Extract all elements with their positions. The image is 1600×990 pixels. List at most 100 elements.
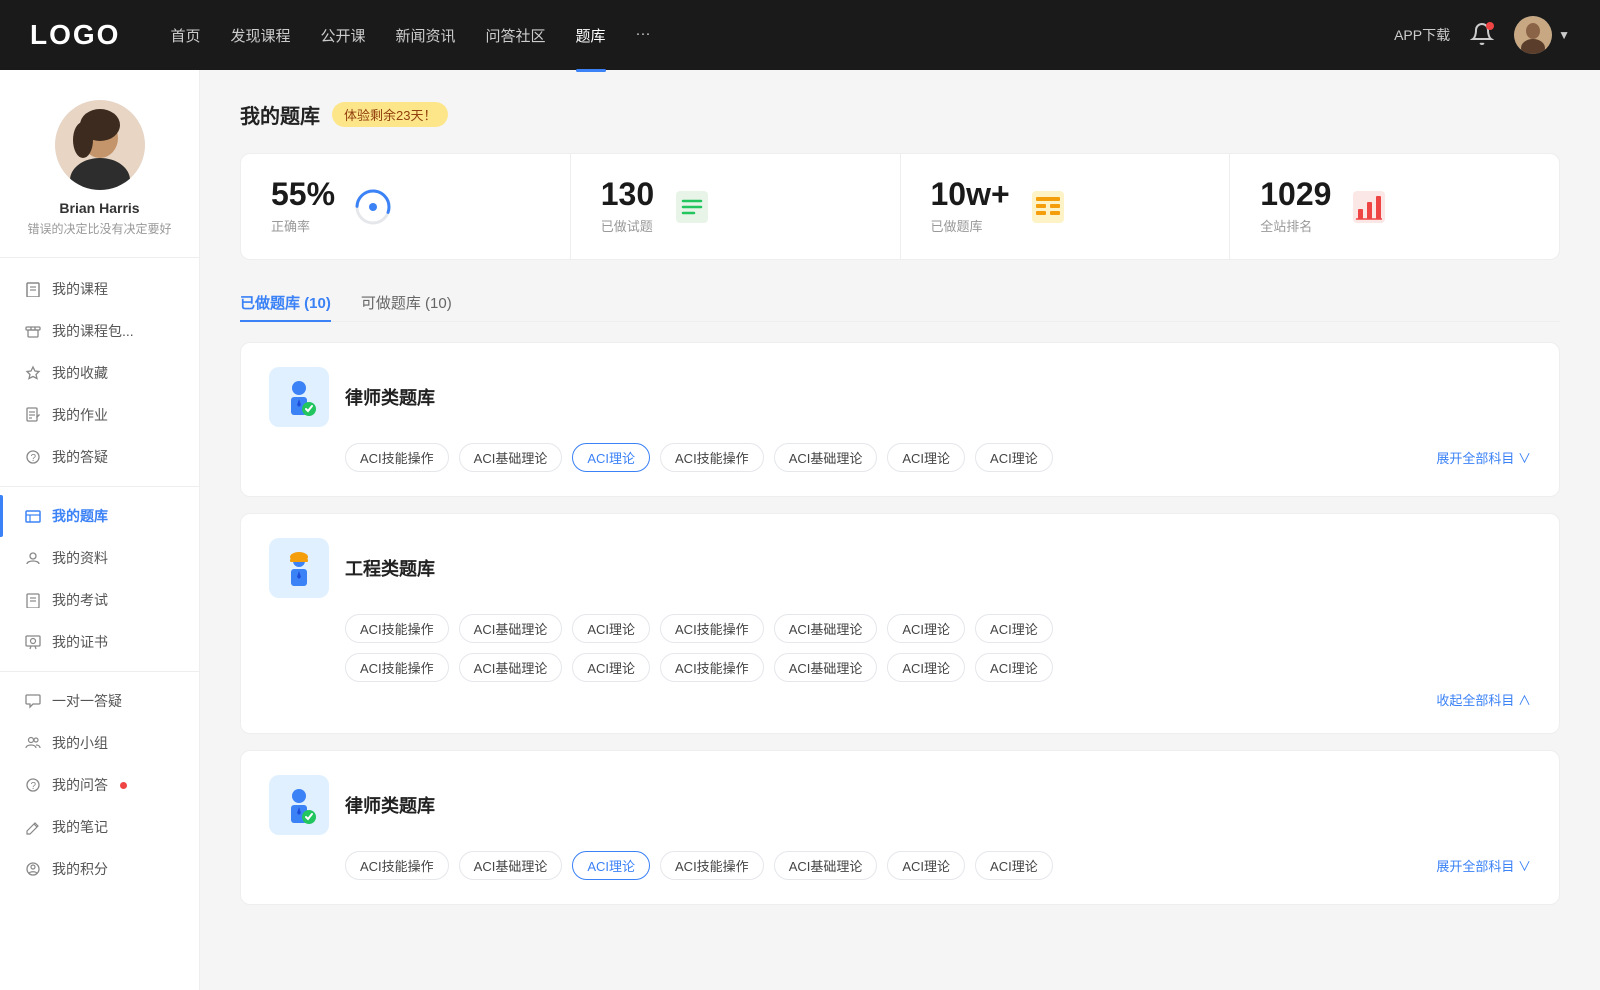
nav-home[interactable]: 首页 xyxy=(170,21,200,50)
tag[interactable]: ACI技能操作 xyxy=(345,614,449,643)
exam-icon xyxy=(24,591,42,609)
tag[interactable]: ACI基础理论 xyxy=(774,614,878,643)
sidebar-item-certificate[interactable]: 我的证书 xyxy=(0,621,199,663)
notification-dot xyxy=(120,782,127,789)
sidebar-item-notes[interactable]: 我的笔记 xyxy=(0,806,199,848)
package-icon xyxy=(24,322,42,340)
lawyer-icon-3 xyxy=(269,775,329,835)
sidebar-avatar xyxy=(55,100,145,190)
bank-icon xyxy=(24,507,42,525)
tag[interactable]: ACI理论 xyxy=(887,851,965,880)
tab-available-banks[interactable]: 可做题库 (10) xyxy=(361,284,452,321)
tag[interactable]: ACI理论 xyxy=(975,443,1053,472)
sidebar-item-label: 我的问答 xyxy=(52,775,108,795)
sidebar-item-label: 我的证书 xyxy=(52,632,108,652)
sidebar-item-label: 我的考试 xyxy=(52,590,108,610)
stat-value-banks: 10w+ xyxy=(931,178,1010,210)
tag[interactable]: ACI理论 xyxy=(887,443,965,472)
tag[interactable]: ACI技能操作 xyxy=(345,851,449,880)
bank-tags-3: ACI技能操作 ACI基础理论 ACI理论 ACI技能操作 ACI基础理论 AC… xyxy=(269,851,1531,880)
tag[interactable]: ACI基础理论 xyxy=(774,443,878,472)
user-avatar-button[interactable]: ▼ xyxy=(1514,16,1570,54)
star-icon xyxy=(24,364,42,382)
sidebar-item-qa[interactable]: ? 我的答疑 xyxy=(0,436,199,478)
notification-dot xyxy=(1486,22,1494,30)
tag[interactable]: ACI技能操作 xyxy=(660,443,764,472)
certificate-icon xyxy=(24,633,42,651)
tag-active[interactable]: ACI理论 xyxy=(572,443,650,472)
nav-discover[interactable]: 发现课程 xyxy=(230,21,290,50)
notification-bell[interactable] xyxy=(1470,22,1494,49)
tag[interactable]: ACI基础理论 xyxy=(774,653,878,682)
tag[interactable]: ACI理论 xyxy=(572,614,650,643)
tag[interactable]: ACI基础理论 xyxy=(459,443,563,472)
bank-card-2: 工程类题库 ACI技能操作 ACI基础理论 ACI理论 ACI技能操作 ACI基… xyxy=(240,513,1560,734)
bank-name-1: 律师类题库 xyxy=(345,384,435,410)
chevron-down-icon: ▼ xyxy=(1558,28,1570,42)
tab-done-banks[interactable]: 已做题库 (10) xyxy=(240,284,331,321)
nav-more[interactable]: ··· xyxy=(636,21,651,50)
tag[interactable]: ACI技能操作 xyxy=(345,653,449,682)
sidebar-item-group[interactable]: 我的小组 xyxy=(0,722,199,764)
page-title: 我的题库 xyxy=(240,100,320,129)
page-header: 我的题库 体验剩余23天！ xyxy=(240,100,1560,129)
list-icon xyxy=(670,185,714,229)
tag[interactable]: ACI基础理论 xyxy=(459,614,563,643)
sidebar-item-label: 我的课程 xyxy=(52,279,108,299)
nav-qa[interactable]: 问答社区 xyxy=(486,21,546,50)
sidebar-item-favorites[interactable]: 我的收藏 xyxy=(0,352,199,394)
tag[interactable]: ACI技能操作 xyxy=(660,614,764,643)
tag[interactable]: ACI理论 xyxy=(975,653,1053,682)
nav-open-course[interactable]: 公开课 xyxy=(320,21,365,50)
tag[interactable]: ACI技能操作 xyxy=(660,653,764,682)
tag[interactable]: ACI基础理论 xyxy=(774,851,878,880)
bank-name-2: 工程类题库 xyxy=(345,555,435,581)
stat-rank: 1029 全站排名 xyxy=(1230,154,1559,259)
navbar: LOGO 首页 发现课程 公开课 新闻资讯 问答社区 题库 ··· APP下载 xyxy=(0,0,1600,70)
collapse-button-2[interactable]: 收起全部科目 ∧ xyxy=(345,690,1531,709)
tag[interactable]: ACI基础理论 xyxy=(459,851,563,880)
sidebar-menu: 我的课程 我的课程包... xyxy=(0,268,199,890)
sidebar-item-1on1[interactable]: 一对一答疑 xyxy=(0,680,199,722)
sidebar-item-my-qa[interactable]: ? 我的问答 xyxy=(0,764,199,806)
svg-text:?: ? xyxy=(31,453,37,464)
points-icon xyxy=(24,860,42,878)
app-download-button[interactable]: APP下载 xyxy=(1394,25,1450,45)
sidebar-item-course-package[interactable]: 我的课程包... xyxy=(0,310,199,352)
sidebar-item-label: 我的积分 xyxy=(52,859,108,879)
homework-icon xyxy=(24,406,42,424)
sidebar-item-question-bank[interactable]: 我的题库 xyxy=(0,495,199,537)
tag[interactable]: ACI理论 xyxy=(572,653,650,682)
tag[interactable]: ACI基础理论 xyxy=(459,653,563,682)
bank-tags-1: ACI技能操作 ACI基础理论 ACI理论 ACI技能操作 ACI基础理论 AC… xyxy=(269,443,1531,472)
tag[interactable]: ACI理论 xyxy=(975,851,1053,880)
expand-button-1[interactable]: 展开全部科目 ∨ xyxy=(1436,448,1531,467)
nav-news[interactable]: 新闻资讯 xyxy=(396,21,456,50)
bank-card-header-1: 律师类题库 xyxy=(269,367,1531,427)
sidebar-item-label: 我的答疑 xyxy=(52,447,108,467)
sidebar-item-profile[interactable]: 我的资料 xyxy=(0,537,199,579)
svg-text:?: ? xyxy=(31,781,37,792)
sidebar-item-homework[interactable]: 我的作业 xyxy=(0,394,199,436)
bank-card-1: 律师类题库 ACI技能操作 ACI基础理论 ACI理论 ACI技能操作 ACI基… xyxy=(240,342,1560,497)
sidebar-item-points[interactable]: 我的积分 xyxy=(0,848,199,890)
navbar-logo: LOGO xyxy=(30,19,120,51)
divider1 xyxy=(0,486,199,487)
notes-icon xyxy=(24,818,42,836)
trial-badge: 体验剩余23天！ xyxy=(332,102,448,127)
tabs-row: 已做题库 (10) 可做题库 (10) xyxy=(240,284,1560,322)
tag[interactable]: ACI理论 xyxy=(887,653,965,682)
tag[interactable]: ACI理论 xyxy=(975,614,1053,643)
bank-tags-row1-2: ACI技能操作 ACI基础理论 ACI理论 ACI技能操作 ACI基础理论 AC… xyxy=(269,614,1531,643)
nav-question-bank[interactable]: 题库 xyxy=(576,21,606,50)
tag-active[interactable]: ACI理论 xyxy=(572,851,650,880)
stat-value-rank: 1029 xyxy=(1260,178,1331,210)
sidebar-item-label: 我的课程包... xyxy=(52,321,134,341)
tag[interactable]: ACI技能操作 xyxy=(660,851,764,880)
expand-button-3[interactable]: 展开全部科目 ∨ xyxy=(1436,856,1531,875)
sidebar-item-my-course[interactable]: 我的课程 xyxy=(0,268,199,310)
tag[interactable]: ACI技能操作 xyxy=(345,443,449,472)
sidebar-item-exam[interactable]: 我的考试 xyxy=(0,579,199,621)
main-content: 我的题库 体验剩余23天！ 55% 正确率 xyxy=(200,70,1600,951)
tag[interactable]: ACI理论 xyxy=(887,614,965,643)
